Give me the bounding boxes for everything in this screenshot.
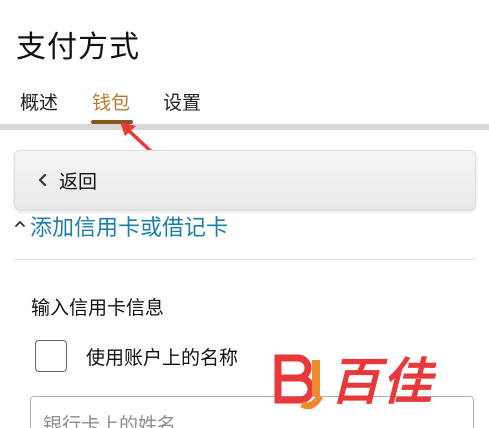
back-button[interactable]: 返回 (14, 150, 476, 210)
back-label: 返回 (59, 171, 98, 193)
page-title: 支付方式 (16, 30, 140, 65)
add-card-label: 添加信用卡或借记卡 (30, 216, 229, 241)
tabs-divider (0, 124, 489, 130)
cardholder-name-input[interactable] (30, 396, 474, 428)
card-info-heading: 输入信用卡信息 (31, 297, 165, 319)
tab-wallet[interactable]: 钱包 (92, 88, 130, 115)
section-divider (14, 259, 476, 260)
chevron-left-icon (38, 173, 47, 187)
tab-settings[interactable]: 设置 (163, 88, 201, 115)
tab-overview[interactable]: 概述 (20, 88, 58, 115)
tab-bar: 概述 钱包 设置 (0, 84, 489, 128)
use-account-name-label[interactable]: 使用账户上的名称 (86, 343, 238, 370)
caret-up-icon (15, 221, 25, 227)
use-account-name-checkbox[interactable] (35, 340, 67, 372)
